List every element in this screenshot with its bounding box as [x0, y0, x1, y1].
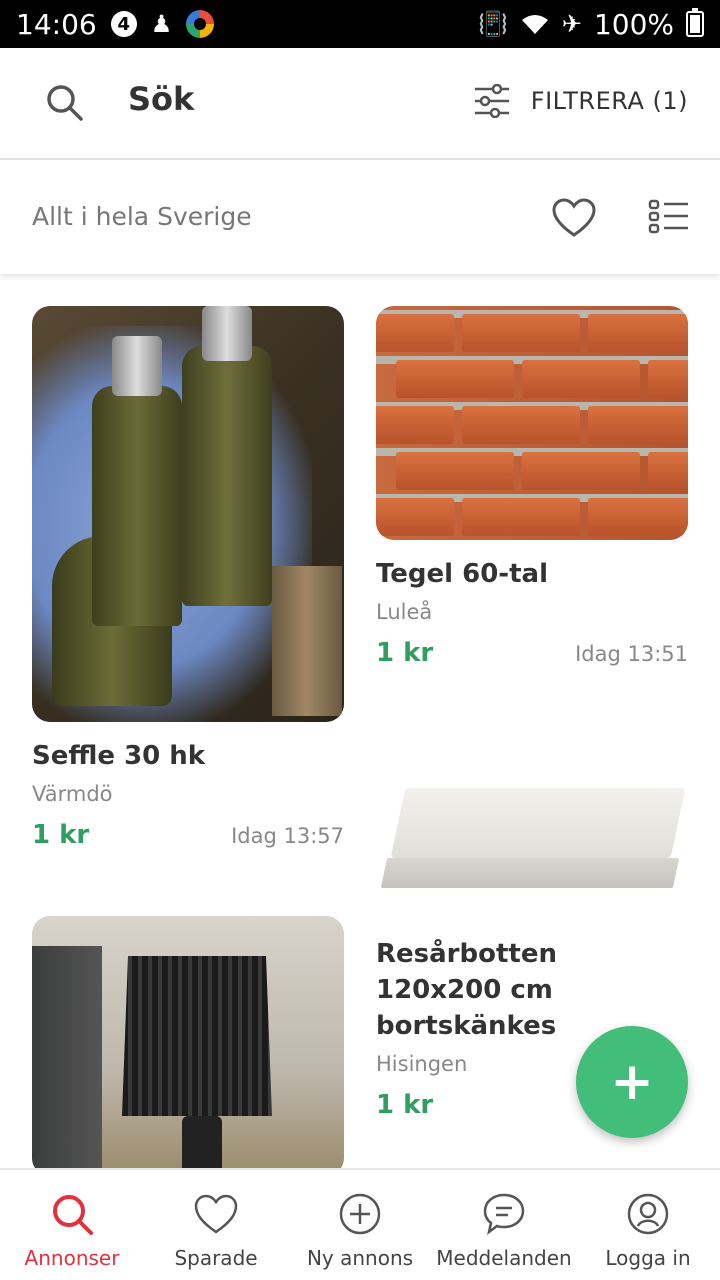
listing-location: Värmdö [32, 782, 113, 806]
save-search-heart-icon[interactable] [552, 198, 596, 238]
battery-percentage: 100% [593, 7, 674, 41]
page-title[interactable]: Sök [128, 80, 194, 118]
wifi-icon [521, 15, 548, 34]
location-selector[interactable]: Allt i hela Sverige [32, 202, 252, 231]
nav-item-ny-annons[interactable]: Ny annons [288, 1170, 432, 1280]
search-icon [53, 1195, 93, 1235]
search-header: Sök FILTRERA (1) [0, 48, 720, 160]
list-view-icon[interactable] [648, 198, 690, 236]
listing-location: Luleå [376, 600, 433, 624]
app-notification-icon: ♟ [150, 10, 173, 38]
nav-label: Meddelanden [436, 1246, 572, 1270]
filter-label: FILTRERA (1) [530, 87, 688, 115]
plus-icon: + [610, 1052, 654, 1112]
nav-label: Sparade [174, 1246, 258, 1270]
browser-notification-icon [186, 10, 215, 38]
nav-item-annonser[interactable]: Annonser [0, 1170, 144, 1280]
listing-title: Tegel 60-tal [376, 559, 548, 589]
heart-icon [194, 1194, 238, 1234]
status-time: 14:06 [16, 7, 97, 41]
nav-item-sparade[interactable]: Sparade [144, 1170, 288, 1280]
battery-icon [686, 8, 704, 37]
listing-card[interactable] [32, 916, 344, 1176]
nav-label: Ny annons [306, 1246, 414, 1270]
new-listing-fab[interactable]: + [576, 1026, 688, 1138]
listing-card[interactable]: Tegel 60-tal Luleå 1 kr Idag 13:51 [376, 306, 688, 668]
listing-card[interactable]: Seffle 30 hk Värmdö 1 kr Idag 13:57 [32, 306, 344, 850]
chat-icon [483, 1193, 525, 1236]
listing-image [376, 306, 688, 540]
search-icon[interactable] [44, 82, 84, 122]
listing-title: Seffle 30 hk [32, 741, 206, 771]
listing-price: 1 kr [376, 1090, 434, 1120]
nav-item-logga-in[interactable]: Logga in [576, 1170, 720, 1280]
listing-image [32, 916, 344, 1176]
listing-time: Idag 13:57 [231, 824, 344, 848]
plus-circle-icon [339, 1193, 381, 1235]
airplane-mode-icon: ✈ [561, 10, 582, 38]
notification-badge-icon: 4 [110, 11, 137, 37]
nav-label: Logga in [605, 1246, 691, 1270]
bottom-navigation: Annonser Sparade Ny annons Meddelanden L… [0, 1168, 720, 1280]
listing-price: 1 kr [32, 820, 90, 850]
status-bar: 14:06 4 ♟ 📳 ✈ 100% [0, 0, 720, 48]
nav-label: Annonser [24, 1246, 120, 1270]
listing-image [32, 306, 344, 722]
user-icon [627, 1193, 669, 1235]
nav-item-meddelanden[interactable]: Meddelanden [432, 1170, 576, 1280]
location-bar: Allt i hela Sverige [0, 162, 720, 274]
listing-image [376, 750, 688, 910]
filter-button[interactable]: FILTRERA (1) [473, 84, 688, 118]
filter-sliders-icon [474, 84, 509, 118]
listing-price: 1 kr [376, 638, 434, 668]
vibrate-icon: 📳 [477, 10, 508, 38]
listing-time: Idag 13:51 [575, 642, 688, 666]
